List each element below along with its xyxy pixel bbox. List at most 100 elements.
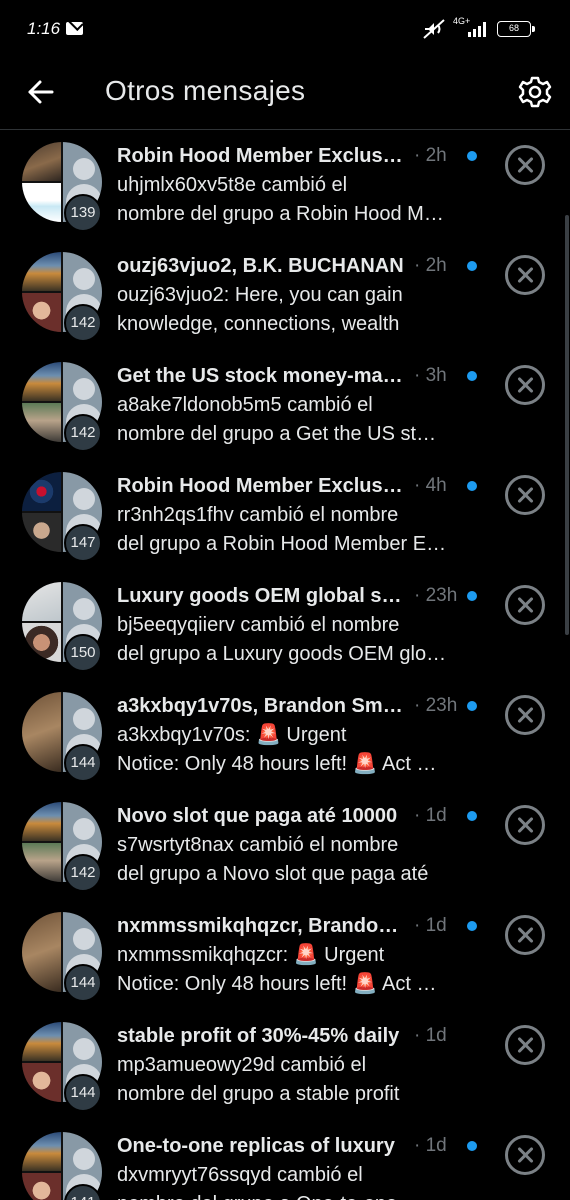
group-photo-avatar <box>22 403 61 442</box>
back-button[interactable] <box>22 74 58 110</box>
dismiss-request-button[interactable] <box>505 695 545 735</box>
conversation-row-9[interactable]: 144 stable profit of 30%-45% daily · 1d … <box>0 1011 570 1121</box>
unread-indicator <box>467 151 477 161</box>
message-preview: bj5eeqyqiierv cambió el nombre del grupo… <box>117 611 447 669</box>
conversation-row-3[interactable]: 142 Get the US stock money-making · 3h a… <box>0 351 570 461</box>
conversation-title: a3kxbqy1v70s, Brandon Smith <box>117 695 407 717</box>
preview-line-2: del grupo a Luxury goods OEM global <box>117 643 447 665</box>
preview-line-2: del grupo a Novo slot que paga até <box>117 863 429 885</box>
mute-vibrate-icon <box>423 19 445 39</box>
conversation-row-10[interactable]: 141 One-to-one replicas of luxury · 1d d… <box>0 1121 570 1200</box>
face-photo-avatar <box>22 1173 61 1200</box>
message-preview: rr3nh2qs1fhv cambió el nombre del grupo … <box>117 501 447 559</box>
group-photo-avatar <box>22 843 61 882</box>
message-preview: nxmmssmikqhqzcr: 🚨 Urgent Notice: Only 4… <box>117 941 447 999</box>
message-preview: mp3amueowy29d cambió el nombre del grupo… <box>117 1051 447 1109</box>
member-count-badge: 142 <box>64 414 102 452</box>
dismiss-request-button[interactable] <box>505 805 545 845</box>
member-count-badge: 142 <box>64 854 102 892</box>
conversation-title: Robin Hood Member Exclusive <box>117 475 407 497</box>
preview-line-1: s7wsrtyt8nax cambió el nombre <box>117 834 399 856</box>
conversation-timestamp: · 1d <box>414 805 447 826</box>
preview-line-2: nombre del grupo a Robin Hood Member Exc… <box>117 203 447 225</box>
preview-line-1: ouzj63vjuo2: Here, you can gain <box>117 284 403 306</box>
person-photo-avatar <box>22 142 61 181</box>
conversation-title: nxmmssmikqhqzcr, Brandon Smith <box>117 915 407 937</box>
conversation-row-4[interactable]: 147 Robin Hood Member Exclusive · 4h rr3… <box>0 461 570 571</box>
message-preview: dxvmryyt76ssqyd cambió el nombre del gru… <box>117 1161 447 1200</box>
dismiss-request-button[interactable] <box>505 145 545 185</box>
preview-line-1: nxmmssmikqhqzcr: 🚨 Urgent <box>117 944 385 966</box>
unread-indicator <box>467 481 477 491</box>
dismiss-request-button[interactable] <box>505 1025 545 1065</box>
conversation-title: stable profit of 30%-45% daily <box>117 1025 400 1047</box>
conversation-row-7[interactable]: 142 Novo slot que paga até 10000 · 1d s7… <box>0 791 570 901</box>
scrollbar[interactable] <box>565 215 569 635</box>
member-count-badge: 144 <box>64 964 102 1002</box>
conversation-timestamp: · 4h <box>414 475 447 496</box>
battery-icon: 68 <box>497 21 535 37</box>
dog-photo-avatar <box>22 912 61 992</box>
unread-indicator <box>467 921 477 931</box>
team-logo-avatar <box>22 472 61 511</box>
conversation-timestamp: · 3h <box>414 365 447 386</box>
conversation-title: ouzj63vjuo2, B.K. BUCHANAN <box>117 255 404 277</box>
preview-line-2: nombre del grupo a One-to-one <box>117 1190 447 1200</box>
conversation-row-6[interactable]: 144 a3kxbqy1v70s, Brandon Smith · 23h a3… <box>0 681 570 791</box>
preview-line-2: knowledge, connections, wealth <box>117 313 400 335</box>
conversation-row-2[interactable]: 142 ouzj63vjuo2, B.K. BUCHANAN · 2h ouzj… <box>0 241 570 351</box>
conversation-timestamp: · 23h <box>414 585 458 606</box>
settings-button[interactable] <box>516 73 554 111</box>
conversation-title: Get the US stock money-making <box>117 365 407 387</box>
conversation-title: Robin Hood Member Exclusive <box>117 145 407 167</box>
member-count-badge: 139 <box>64 194 102 232</box>
conversation-title: One-to-one replicas of luxury <box>117 1135 395 1157</box>
preview-line-2: nombre del grupo a stable profit <box>117 1083 400 1105</box>
member-count-badge: 147 <box>64 524 102 562</box>
landscape-photo-avatar <box>22 802 61 841</box>
page-title: Otros mensajes <box>105 75 306 106</box>
conversation-row-8[interactable]: 144 nxmmssmikqhqzcr, Brandon Smith · 1d … <box>0 901 570 1011</box>
unread-indicator <box>467 811 477 821</box>
preview-line-2: Notice: Only 48 hours left! 🚨 Act now <box>117 973 447 995</box>
preview-line-2: nombre del grupo a Get the US stock <box>117 423 447 445</box>
conversation-row-1[interactable]: 139 Robin Hood Member Exclusive · 2h uhj… <box>0 131 570 241</box>
dismiss-request-button[interactable] <box>505 585 545 625</box>
landscape-photo-avatar <box>22 362 61 401</box>
message-preview: a3kxbqy1v70s: 🚨 Urgent Notice: Only 48 h… <box>117 721 447 779</box>
member-count-badge: 144 <box>64 744 102 782</box>
landscape-photo-avatar <box>22 252 61 291</box>
message-preview: s7wsrtyt8nax cambió el nombre del grupo … <box>117 831 447 889</box>
landscape-photo-avatar <box>22 1132 61 1171</box>
dismiss-request-button[interactable] <box>505 255 545 295</box>
signal-strength-icon <box>468 22 486 37</box>
preview-line-1: a3kxbqy1v70s: 🚨 Urgent <box>117 724 347 746</box>
dismiss-request-button[interactable] <box>505 1135 545 1175</box>
conversation-timestamp: · 1d <box>414 915 447 936</box>
preview-line-2: Notice: Only 48 hours left! 🚨 Act now <box>117 753 447 775</box>
face-photo-avatar <box>22 1063 61 1102</box>
preview-line-2: del grupo a Robin Hood Member Exclusive <box>117 533 447 555</box>
sketch-image-avatar <box>22 582 61 621</box>
unread-indicator <box>467 261 477 271</box>
message-preview: ouzj63vjuo2: Here, you can gain knowledg… <box>117 281 447 339</box>
preview-line-1: uhjmlx60xv5t8e cambió el <box>117 174 348 196</box>
landscape-photo-avatar <box>22 1022 61 1061</box>
dismiss-request-button[interactable] <box>505 915 545 955</box>
message-preview: uhjmlx60xv5t8e cambió el nombre del grup… <box>117 171 447 229</box>
dismiss-request-button[interactable] <box>505 365 545 405</box>
unread-indicator <box>467 1141 477 1151</box>
man-glasses-photo-avatar <box>22 513 61 552</box>
preview-line-1: a8ake7ldonob5m5 cambió el <box>117 394 373 416</box>
conversation-timestamp: · 1d <box>414 1025 447 1046</box>
robinhood-logo-avatar <box>22 183 61 222</box>
conversation-row-5[interactable]: 150 Luxury goods OEM global supply · 23h… <box>0 571 570 681</box>
conversation-timestamp: · 23h <box>414 695 458 716</box>
unread-indicator <box>467 371 477 381</box>
member-count-badge: 142 <box>64 304 102 342</box>
unread-indicator <box>467 591 477 601</box>
message-preview: a8ake7ldonob5m5 cambió el nombre del gru… <box>117 391 447 449</box>
dog-photo-avatar <box>22 692 61 772</box>
conversation-title: Novo slot que paga até 10000 <box>117 805 398 827</box>
dismiss-request-button[interactable] <box>505 475 545 515</box>
